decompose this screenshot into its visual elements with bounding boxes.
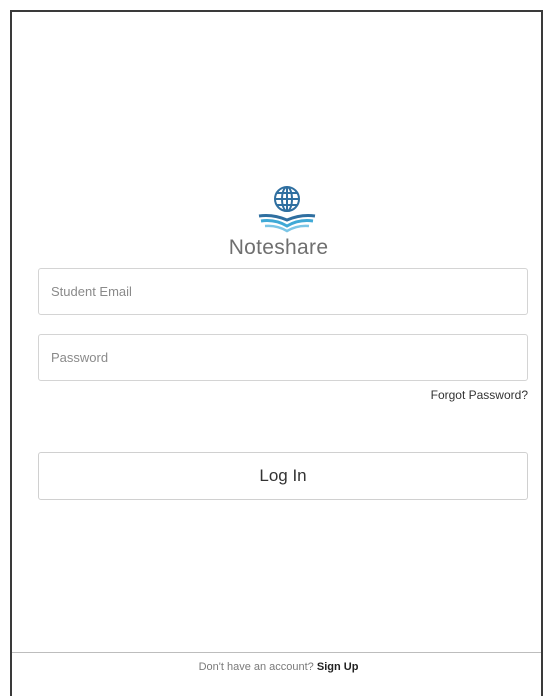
signup-footer: Don't have an account? Sign Up xyxy=(12,652,541,696)
globe-book-icon xyxy=(258,186,316,233)
app-name: Noteshare xyxy=(228,236,329,259)
signup-prompt: Don't have an account? xyxy=(198,661,317,673)
student-email-input[interactable] xyxy=(38,268,528,315)
signup-link[interactable]: Sign Up xyxy=(317,661,359,673)
login-screen: Noteshare Forgot Password? Log In Don't … xyxy=(10,10,543,696)
login-button[interactable]: Log In xyxy=(38,452,528,500)
forgot-password-link[interactable]: Forgot Password? xyxy=(431,388,528,402)
password-input[interactable] xyxy=(38,334,528,381)
